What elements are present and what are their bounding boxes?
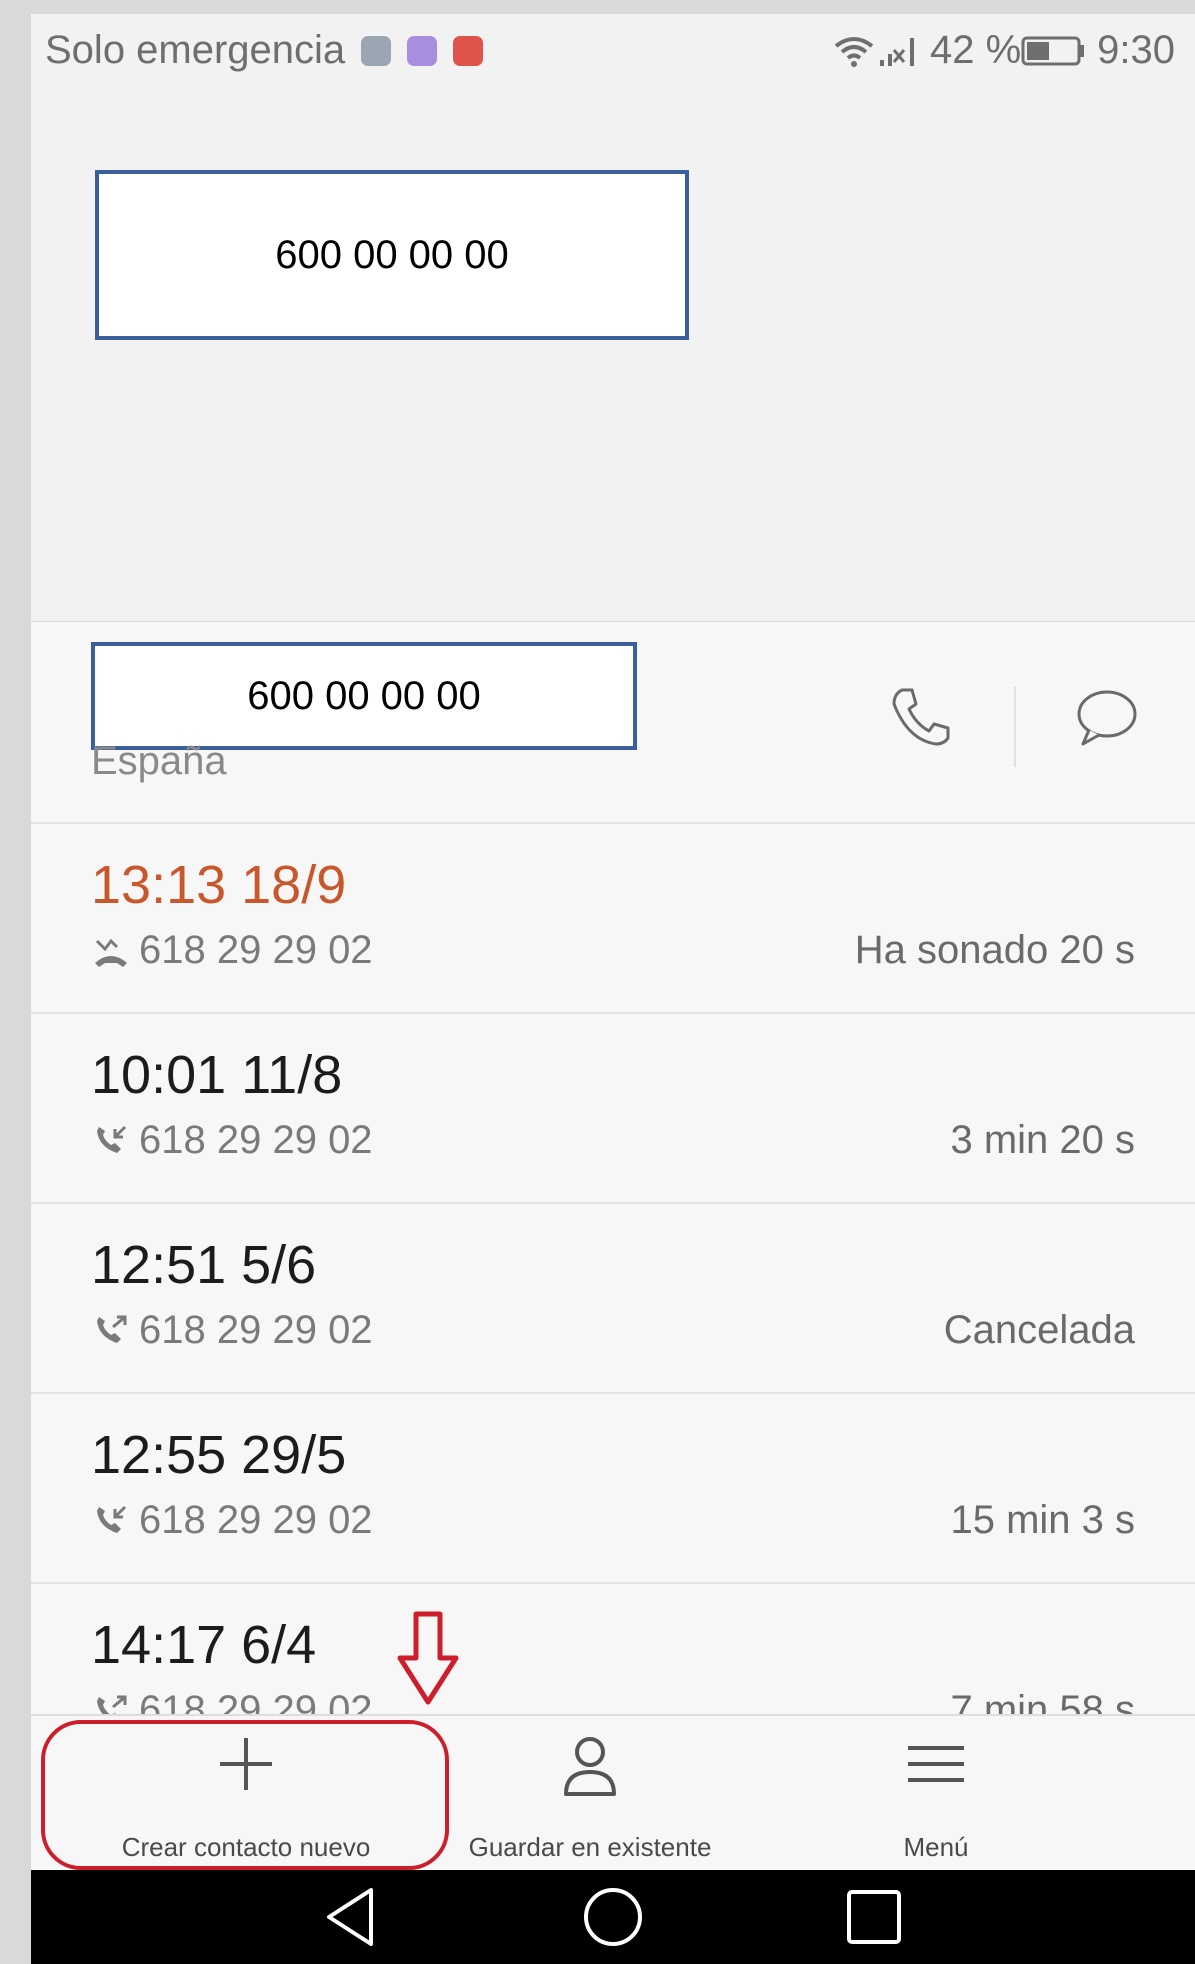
call-number: 618 29 29 02 bbox=[139, 1118, 373, 1162]
call-duration: 15 min 3 s bbox=[950, 1498, 1135, 1542]
call-number: 618 29 29 02 bbox=[139, 928, 373, 972]
call-number: 618 29 29 02 bbox=[139, 1308, 373, 1352]
messenger-notification-icon bbox=[407, 35, 438, 66]
redacted-number-box: 600 00 00 00 bbox=[91, 642, 637, 750]
call-log-row[interactable]: 10:01 11/8 618 29 29 02 3 min 20 s bbox=[31, 1014, 1195, 1204]
clock: 9:30 bbox=[1097, 28, 1175, 72]
battery-percent: 42 % bbox=[929, 28, 1022, 72]
redacted-number: 600 00 00 00 bbox=[275, 232, 509, 277]
call-number-line: 618 29 29 02 bbox=[91, 1118, 373, 1163]
down-arrow-annotation-icon bbox=[397, 1611, 459, 1705]
contact-header: 600 00 00 00 bbox=[31, 90, 1195, 622]
navigation-bar bbox=[31, 1870, 1195, 1964]
menu-icon bbox=[908, 1746, 964, 1782]
carrier-text: Solo emergencia bbox=[45, 28, 346, 72]
call-history-list: 13:13 18/9 618 29 29 02 Ha sonado 20 s 1… bbox=[31, 824, 1195, 1772]
call-time: 14:17 6/4 bbox=[91, 1615, 317, 1675]
recent-apps-icon[interactable] bbox=[843, 1884, 905, 1950]
signal-icon bbox=[879, 37, 914, 66]
menu-button[interactable]: Menú bbox=[766, 1716, 1106, 1872]
save-existing-label: Guardar en existente bbox=[468, 1832, 712, 1862]
call-log-row[interactable]: 12:51 5/6 618 29 29 02 Cancelada bbox=[31, 1204, 1195, 1394]
call-time: 13:13 18/9 bbox=[91, 855, 347, 915]
person-icon bbox=[564, 1737, 616, 1796]
call-time: 12:51 5/6 bbox=[91, 1235, 317, 1295]
phone-screen: Solo emergencia 42 % 9:30 600 00 00 00 6… bbox=[31, 14, 1195, 1964]
battery-icon bbox=[1021, 36, 1085, 65]
back-icon[interactable] bbox=[321, 1884, 381, 1950]
call-number-line: 618 29 29 02 bbox=[91, 928, 373, 973]
gallery-notification-icon bbox=[361, 35, 392, 66]
home-icon[interactable] bbox=[580, 1884, 646, 1950]
menu-label: Menú bbox=[903, 1832, 969, 1862]
status-bar: Solo emergencia 42 % 9:30 bbox=[31, 14, 1195, 90]
status-right: 42 % 9:30 bbox=[832, 28, 1175, 73]
call-number: 618 29 29 02 bbox=[139, 1498, 373, 1542]
status-left: Solo emergencia bbox=[45, 28, 484, 73]
redacted-number: 600 00 00 00 bbox=[247, 673, 481, 718]
call-time: 10:01 11/8 bbox=[91, 1045, 343, 1105]
missed-call-icon bbox=[95, 938, 127, 967]
call-time: 12:55 29/5 bbox=[91, 1425, 347, 1485]
call-duration: 3 min 20 s bbox=[950, 1118, 1135, 1162]
wifi-icon bbox=[834, 36, 874, 67]
call-icon[interactable] bbox=[886, 682, 956, 752]
save-existing-button[interactable]: Guardar en existente bbox=[420, 1716, 760, 1872]
call-log-row[interactable]: 13:13 18/9 618 29 29 02 Ha sonado 20 s bbox=[31, 824, 1195, 1014]
outgoing-call-icon bbox=[97, 1315, 127, 1343]
app-notification-icon bbox=[453, 35, 484, 66]
incoming-call-icon bbox=[97, 1505, 127, 1533]
call-duration: Ha sonado 20 s bbox=[854, 928, 1135, 972]
call-duration: Cancelada bbox=[943, 1308, 1135, 1352]
highlight-annotation bbox=[41, 1720, 449, 1870]
country-label: España bbox=[91, 739, 227, 783]
incoming-call-icon bbox=[97, 1125, 127, 1153]
call-log-row[interactable]: 12:55 29/5 618 29 29 02 15 min 3 s bbox=[31, 1394, 1195, 1584]
call-number-line: 618 29 29 02 bbox=[91, 1498, 373, 1543]
contact-number-row[interactable]: 600 00 00 00 España bbox=[31, 622, 1195, 824]
redacted-number-box: 600 00 00 00 bbox=[95, 170, 689, 340]
call-number-line: 618 29 29 02 bbox=[91, 1308, 373, 1353]
message-icon[interactable] bbox=[1071, 682, 1141, 752]
action-divider bbox=[1014, 687, 1016, 767]
